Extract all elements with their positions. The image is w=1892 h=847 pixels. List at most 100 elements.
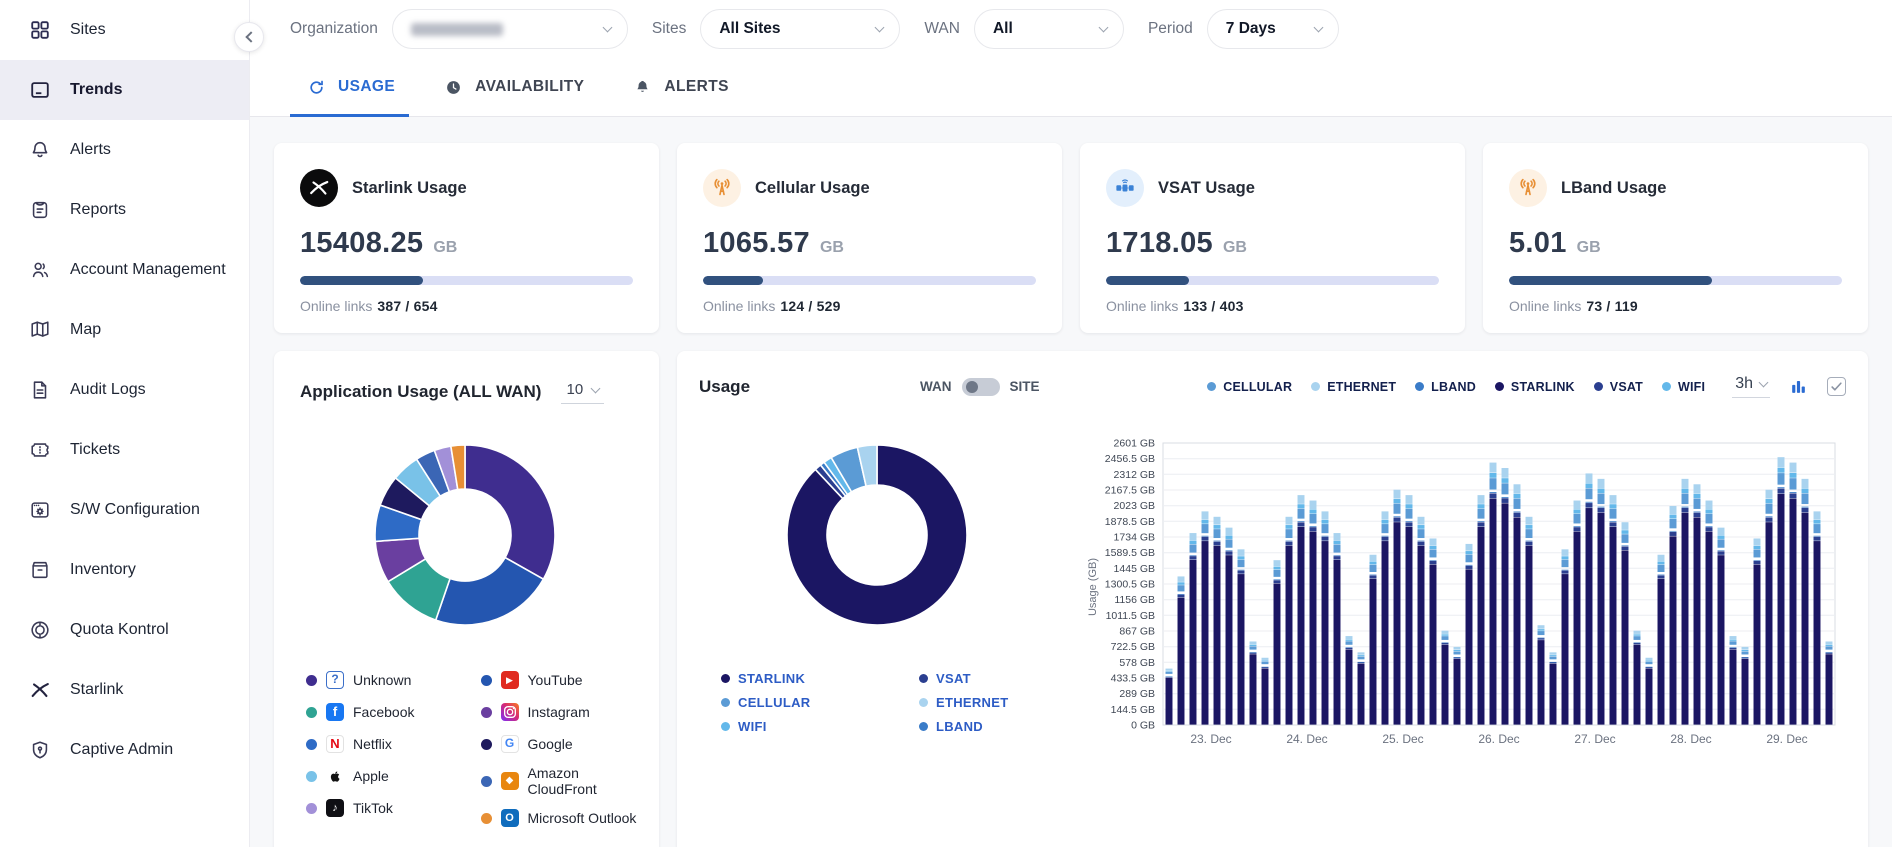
series-legend-cellular[interactable]: CELLULAR bbox=[1207, 380, 1292, 394]
sidebar-item-inventory[interactable]: Inventory bbox=[0, 540, 249, 600]
series-label: STARLINK bbox=[1511, 380, 1575, 394]
usage-bar-chart[interactable]: 2601 GB2456.5 GB2312 GB2167.5 GB2023 GB1… bbox=[1085, 437, 1845, 769]
period-select[interactable]: 7 Days bbox=[1207, 9, 1339, 49]
legend-label: YouTube bbox=[528, 672, 583, 688]
tab-label: USAGE bbox=[338, 78, 395, 96]
wan-label: WAN bbox=[924, 20, 960, 38]
apple-favicon bbox=[326, 767, 344, 785]
legend-label: TikTok bbox=[353, 800, 393, 816]
tab-alerts[interactable]: ALERTS bbox=[630, 58, 728, 116]
svg-text:867 GB: 867 GB bbox=[1119, 626, 1155, 638]
wan-select[interactable]: All bbox=[974, 9, 1124, 49]
bell-outline-icon bbox=[28, 138, 52, 162]
svg-text:1589.5 GB: 1589.5 GB bbox=[1105, 547, 1155, 559]
legend-item-google: GGoogle bbox=[481, 733, 646, 755]
youtube-favicon: ▶ bbox=[501, 671, 519, 689]
sidebar-item-account-management[interactable]: Account Management bbox=[0, 240, 249, 300]
legend-label: Netflix bbox=[353, 736, 392, 752]
usage-progress-bar bbox=[703, 276, 1036, 285]
stat-card-title: LBand Usage bbox=[1561, 179, 1666, 198]
sidebar-item-label: Tickets bbox=[70, 441, 120, 459]
chevron-left-icon bbox=[245, 31, 256, 42]
sidebar-item-reports[interactable]: Reports bbox=[0, 180, 249, 240]
sidebar-item-label: Starlink bbox=[70, 681, 123, 699]
wan-value: All bbox=[993, 20, 1013, 38]
usage-legend-ethernet[interactable]: ETHERNET bbox=[919, 695, 1061, 710]
sidebar: Sites Trends Alerts Reports Account Mana… bbox=[0, 0, 250, 847]
netflix-favicon: N bbox=[326, 735, 344, 753]
legend-label: VSAT bbox=[936, 671, 971, 686]
wan-site-toggle[interactable] bbox=[962, 378, 1000, 396]
series-legend: CELLULAR ETHERNET LBAND STARLINK VSAT WI… bbox=[1207, 375, 1846, 398]
stat-card-cellular: Cellular Usage 1065.57 GB Online links12… bbox=[677, 143, 1062, 333]
export-checkbox-icon[interactable] bbox=[1827, 377, 1846, 396]
satellite-icon bbox=[1106, 169, 1144, 207]
chevron-down-icon bbox=[591, 383, 601, 393]
tab-availability[interactable]: AVAILABILITY bbox=[441, 58, 584, 116]
series-legend-vsat[interactable]: VSAT bbox=[1594, 380, 1643, 394]
users-icon bbox=[28, 258, 52, 282]
sidebar-item-label: Alerts bbox=[70, 141, 111, 159]
usage-donut-legend: STARLINK VSAT CELLULAR ETHERNET WIFI LBA… bbox=[721, 671, 1061, 734]
usage-legend-lband[interactable]: LBAND bbox=[919, 719, 1061, 734]
organization-select[interactable] bbox=[392, 9, 628, 49]
stat-card-vsat: VSAT Usage 1718.05 GB Online links133 / … bbox=[1080, 143, 1465, 333]
sidebar-item-label: Inventory bbox=[70, 561, 136, 579]
tab-usage[interactable]: USAGE bbox=[304, 58, 395, 116]
series-label: ETHERNET bbox=[1327, 380, 1396, 394]
sidebar-item-label: Map bbox=[70, 321, 101, 339]
bar-chart-type-icon[interactable] bbox=[1789, 377, 1808, 396]
stat-cards-row: Starlink Usage 15408.25 GB Online links3… bbox=[274, 143, 1868, 333]
stat-card-unit: GB bbox=[1577, 239, 1601, 257]
legend-item-instagram: Instagram bbox=[481, 701, 646, 723]
sidebar-item-audit-logs[interactable]: Audit Logs bbox=[0, 360, 249, 420]
stat-card-value: 1718.05 bbox=[1106, 227, 1213, 260]
chevron-down-icon bbox=[602, 23, 612, 33]
sidebar-item-sw-configuration[interactable]: S/W Configuration bbox=[0, 480, 249, 540]
organization-label: Organization bbox=[290, 20, 378, 38]
interval-select[interactable]: 3h bbox=[1732, 375, 1770, 398]
sidebar-item-trends[interactable]: Trends bbox=[0, 60, 249, 120]
usage-progress-bar bbox=[1509, 276, 1842, 285]
sidebar-item-sites[interactable]: Sites bbox=[0, 0, 249, 60]
cloudfront-favicon: ◆ bbox=[501, 772, 519, 790]
usage-legend-starlink[interactable]: STARLINK bbox=[721, 671, 919, 686]
stat-card-title: Cellular Usage bbox=[755, 179, 870, 198]
usage-donut[interactable] bbox=[777, 435, 977, 635]
sidebar-item-tickets[interactable]: Tickets bbox=[0, 420, 249, 480]
series-legend-ethernet[interactable]: ETHERNET bbox=[1311, 380, 1396, 394]
sidebar-item-quota-kontrol[interactable]: Quota Kontrol bbox=[0, 600, 249, 660]
application-usage-card: Application Usage (ALL WAN) 10 ?Unknown … bbox=[274, 351, 659, 847]
series-legend-wifi[interactable]: WIFI bbox=[1662, 380, 1705, 394]
online-links-label: Online links bbox=[703, 298, 775, 314]
google-favicon: G bbox=[501, 735, 519, 753]
sidebar-collapse-button[interactable] bbox=[234, 22, 264, 52]
outlook-favicon: O bbox=[501, 809, 519, 827]
wan-site-toggle-group: WAN SITE bbox=[920, 378, 1040, 396]
stat-card-lband: LBand Usage 5.01 GB Online links73 / 119 bbox=[1483, 143, 1868, 333]
top-n-select[interactable]: 10 bbox=[561, 379, 604, 404]
usage-bar-chart-wrap: 2601 GB2456.5 GB2312 GB2167.5 GB2023 GB1… bbox=[1085, 437, 1845, 774]
map-icon bbox=[28, 318, 52, 342]
sidebar-item-starlink[interactable]: Starlink bbox=[0, 660, 249, 720]
usage-legend-vsat[interactable]: VSAT bbox=[919, 671, 1061, 686]
svg-text:0 GB: 0 GB bbox=[1131, 720, 1155, 732]
tab-label: ALERTS bbox=[664, 78, 728, 96]
sidebar-item-alerts[interactable]: Alerts bbox=[0, 120, 249, 180]
box-icon bbox=[28, 558, 52, 582]
series-legend-lband[interactable]: LBAND bbox=[1415, 380, 1476, 394]
usage-legend-cellular[interactable]: CELLULAR bbox=[721, 695, 919, 710]
usage-legend-wifi[interactable]: WIFI bbox=[721, 719, 919, 734]
sidebar-item-map[interactable]: Map bbox=[0, 300, 249, 360]
sites-select[interactable]: All Sites bbox=[700, 9, 900, 49]
svg-text:1156 GB: 1156 GB bbox=[1114, 594, 1155, 606]
legend-label: Instagram bbox=[528, 704, 590, 720]
cellular-antenna-icon bbox=[703, 169, 741, 207]
series-legend-starlink[interactable]: STARLINK bbox=[1495, 380, 1575, 394]
sidebar-item-captive-admin[interactable]: Captive Admin bbox=[0, 720, 249, 780]
svg-text:1300.5 GB: 1300.5 GB bbox=[1105, 579, 1155, 591]
tab-label: AVAILABILITY bbox=[475, 78, 584, 96]
interval-value: 3h bbox=[1735, 375, 1753, 393]
legend-item-unknown: ?Unknown bbox=[306, 669, 471, 691]
application-usage-donut[interactable] bbox=[365, 435, 565, 635]
